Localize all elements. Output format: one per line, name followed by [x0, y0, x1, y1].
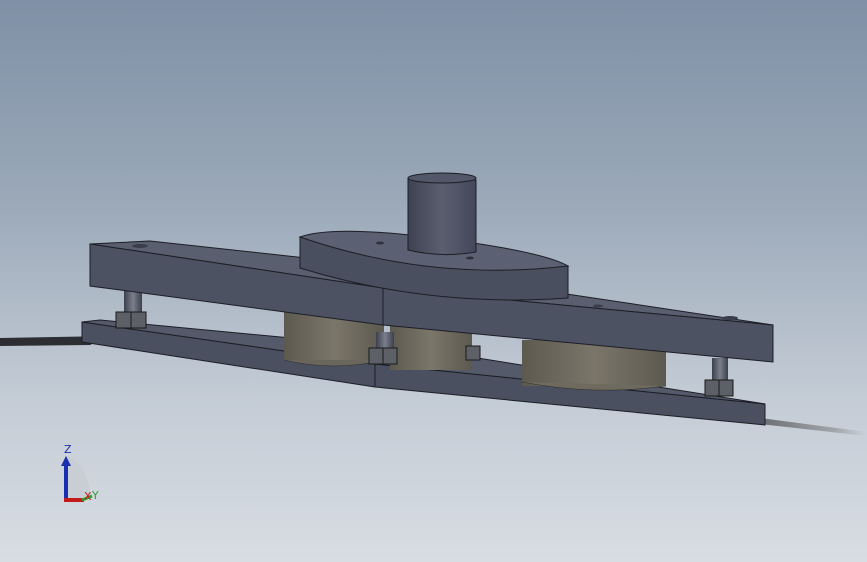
ground-shadow-right: [760, 418, 867, 436]
rod-right: [704, 358, 734, 397]
reference-triad: Z X Y: [61, 443, 99, 503]
rod-left: [115, 288, 147, 329]
x-axis-label: X: [84, 490, 92, 503]
cad-model[interactable]: [0, 0, 867, 562]
z-axis-label: Z: [64, 443, 72, 456]
shaft[interactable]: [407, 172, 477, 256]
y-axis-label: Y: [91, 489, 99, 502]
graphics-viewport[interactable]: Z X Y: [0, 0, 867, 562]
rod-mid-right: [465, 345, 481, 361]
